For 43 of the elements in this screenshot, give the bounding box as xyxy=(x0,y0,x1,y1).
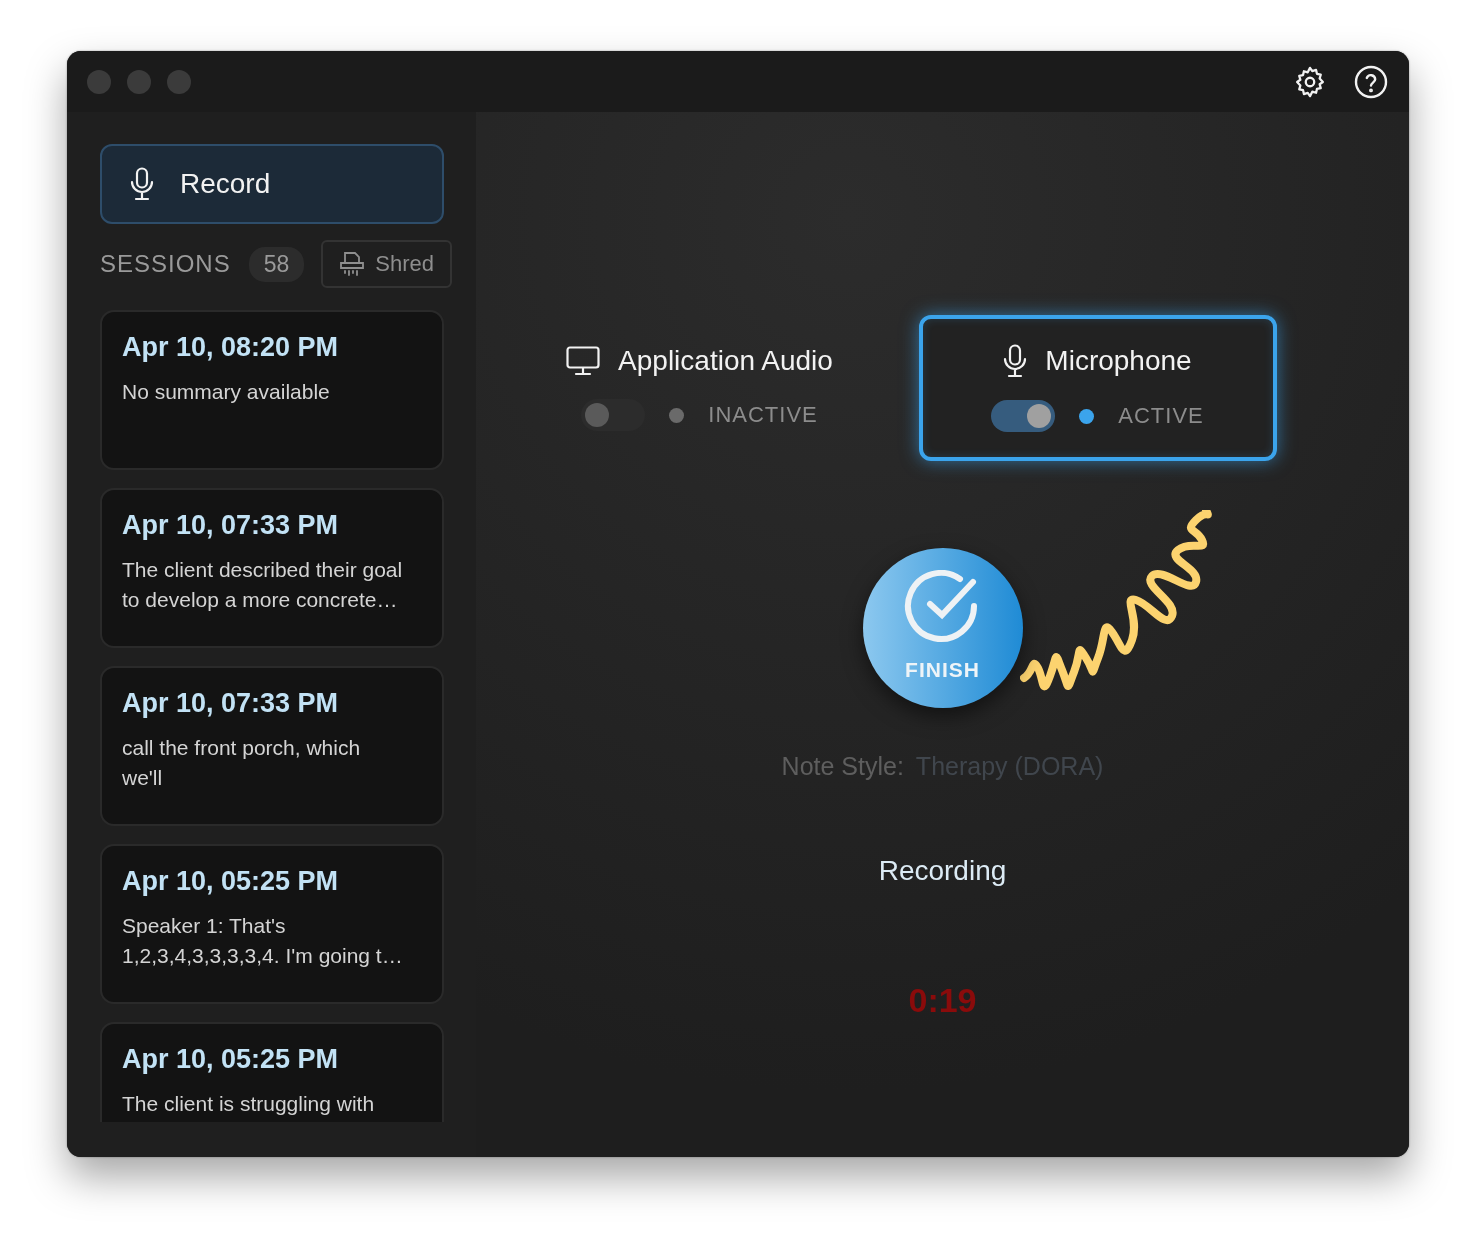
session-summary: The client is struggling with xyxy=(122,1091,376,1117)
note-style-label: Note Style: xyxy=(781,752,904,781)
session-time: Apr 10, 07:33 PM xyxy=(122,510,340,541)
help-icon xyxy=(1353,63,1389,100)
source-toggle[interactable] xyxy=(581,399,646,431)
session-time: Apr 10, 08:20 PM xyxy=(122,332,340,363)
session-summary: Speaker 1: That's 1,2,3,4,3,3,3,3,4. I'm going t… xyxy=(122,913,404,969)
session-time: Apr 10, 05:25 PM xyxy=(122,866,340,897)
window-close-button[interactable] xyxy=(87,69,111,94)
sessions-label: SESSIONS xyxy=(100,250,231,278)
session-time: Apr 10, 05:25 PM xyxy=(122,1044,340,1075)
source-toggle[interactable] xyxy=(991,400,1056,432)
session-card[interactable]: Apr 10, 07:33 PM call the front porch, which we'll xyxy=(100,666,444,826)
session-card[interactable]: Apr 10, 08:20 PM No summary available xyxy=(100,310,444,470)
sessions-count: 58 xyxy=(248,246,305,282)
session-summary: No summary available xyxy=(122,379,331,405)
session-summary: call the front porch, which we'll xyxy=(122,735,362,791)
status-dot xyxy=(1079,408,1095,424)
audio-source-panel[interactable]: Microphone ACTIVE xyxy=(918,315,1277,461)
shred-button[interactable]: Shred xyxy=(321,240,452,288)
microphone-icon xyxy=(1003,344,1028,378)
session-time: Apr 10, 07:33 PM xyxy=(122,688,340,719)
recording-status: Recording xyxy=(878,855,1007,887)
session-summary: The client described their goal to develop a more concrete… xyxy=(122,557,404,613)
session-card[interactable]: Apr 10, 05:25 PM The client is struggling with xyxy=(100,1022,444,1122)
source-label: Microphone xyxy=(1045,345,1192,377)
source-label: Application Audio xyxy=(618,345,833,377)
record-button[interactable]: Record xyxy=(100,144,444,224)
settings-icon xyxy=(1293,64,1327,99)
audio-source-panel[interactable]: Application Audio INACTIVE xyxy=(520,315,879,461)
recording-timer: 0:19 xyxy=(908,981,977,1020)
window-minimize-button[interactable] xyxy=(127,69,151,94)
status-dot xyxy=(669,407,685,423)
shredder-icon xyxy=(339,251,366,277)
window-zoom-button[interactable] xyxy=(167,69,191,94)
source-status: ACTIVE xyxy=(1118,403,1204,429)
help-button[interactable] xyxy=(1353,63,1389,100)
session-card[interactable]: Apr 10, 05:25 PM Speaker 1: That's 1,2,3,4,3,3,3,3,4. I'm going t… xyxy=(100,844,444,1004)
source-status: INACTIVE xyxy=(708,402,818,428)
session-card[interactable]: Apr 10, 07:33 PM The client described their goal to develop a more concrete… xyxy=(100,488,444,648)
monitor-icon xyxy=(566,346,601,376)
settings-button[interactable] xyxy=(1293,64,1327,99)
microphone-icon xyxy=(130,167,154,201)
